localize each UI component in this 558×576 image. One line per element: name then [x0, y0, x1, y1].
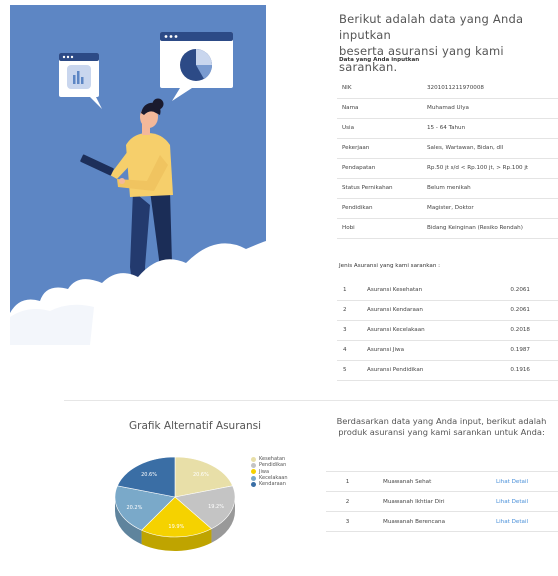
rec-number: 2 [326, 491, 369, 512]
rank-name: Asuransi Kecelakaan [367, 320, 472, 341]
row-value: 15 - 64 Tahun [427, 118, 558, 139]
table-row: Hobi Bidang Keinginan (Resiko Rendah) [337, 218, 558, 239]
rank-score: 0.2061 [471, 280, 558, 301]
intro-line-1: Berikut adalah data yang Anda inputkan [339, 12, 524, 42]
chart-legend: Kesehatan Pendidikan Jiwa Kecelakaan Ken… [251, 456, 288, 487]
legend-swatch [251, 481, 256, 487]
rank-number: 2 [337, 300, 367, 321]
table-row: 3 Asuransi Kecelakaan 0.2018 [337, 320, 558, 341]
pie-slice-label: 19.2% [208, 504, 224, 510]
input-data-table: NIK 3201011211970008 Nama Muhamad Ulya U… [337, 78, 558, 239]
row-key: Nama [337, 98, 427, 119]
row-value: 3201011211970008 [427, 78, 558, 99]
table-row: Pendidikan Magister, Doktor [337, 198, 558, 219]
row-value: Rp.50 jt s/d < Rp.100 jt, > Rp.100 jt [427, 158, 558, 179]
table-row: Usia 15 - 64 Tahun [337, 118, 558, 139]
rec-product-name: Muawanah Berencana [369, 511, 496, 532]
rec-number: 3 [326, 511, 369, 532]
rank-name: Asuransi Pendidikan [367, 360, 472, 381]
recommendation-table: 1 Muawanah Sehat Lihat Detail 2 Muawanah… [326, 471, 558, 532]
recommendation-text: Berdasarkan data yang Anda input, beriku… [325, 416, 558, 438]
table-row: Status Pernikahan Belum menikah [337, 178, 558, 199]
table-row: 2 Asuransi Kendaraan 0.2061 [337, 300, 558, 321]
rank-score: 0.2018 [471, 320, 558, 341]
rank-score: 0.1916 [471, 360, 558, 381]
rank-number: 5 [337, 360, 367, 381]
rec-product-name: Muawanah Ikhtiar Diri [369, 491, 496, 512]
row-key: Hobi [337, 218, 427, 239]
rank-number: 1 [337, 280, 367, 301]
table-row: 1 Asuransi Kesehatan 0.2061 [337, 280, 558, 301]
table-row: 5 Asuransi Pendidikan 0.1916 [337, 360, 558, 381]
row-value: Sales, Wartawan, Bidan, dll [427, 138, 558, 159]
rank-number: 4 [337, 340, 367, 361]
table-row: 3 Muawanah Berencana Lihat Detail [326, 511, 558, 532]
table-row: 1 Muawanah Sehat Lihat Detail [326, 471, 558, 492]
legend-label: Jiwa [259, 468, 270, 475]
chart-title: Grafik Alternatif Asuransi [129, 420, 261, 432]
rec-number: 1 [326, 471, 369, 492]
legend-label: Kendaraan [259, 481, 286, 488]
ranking-section-label: Jenis Asuransi yang kami sarankan : [339, 263, 441, 269]
pie-slice-label: 20.6% [141, 472, 157, 478]
table-row: Pekerjaan Sales, Wartawan, Bidan, dll [337, 138, 558, 159]
pie-slice-label: 20.6% [193, 472, 209, 478]
row-key: Pendapatan [337, 158, 427, 179]
rec-product-name: Muawanah Sehat [369, 471, 496, 492]
hero-illustration [10, 5, 266, 345]
table-row: NIK 3201011211970008 [337, 78, 558, 99]
pie-slice-label: 20.2% [126, 505, 142, 511]
recommendation-line-1: Berdasarkan data yang Anda input, beriku… [336, 416, 547, 426]
rank-name: Asuransi Jiwa [367, 340, 472, 361]
table-row: 4 Asuransi Jiwa 0.1987 [337, 340, 558, 361]
section-divider [64, 400, 558, 401]
row-value: Muhamad Ulya [427, 98, 558, 119]
row-value: Magister, Doktor [427, 198, 558, 219]
legend-swatch [251, 469, 256, 475]
legend-swatch [251, 475, 256, 481]
row-value: Belum menikah [427, 178, 558, 199]
rank-name: Asuransi Kendaraan [367, 300, 472, 321]
detail-link[interactable]: Lihat Detail [496, 491, 558, 512]
row-key: Usia [337, 118, 427, 139]
row-key: Pekerjaan [337, 138, 427, 159]
ranking-table: 1 Asuransi Kesehatan 0.2061 2 Asuransi K… [337, 280, 558, 381]
recommendation-line-2: produk asuransi yang kami sarankan untuk… [338, 427, 545, 437]
rank-name: Asuransi Kesehatan [367, 280, 472, 301]
legend-item: Kendaraan [251, 481, 288, 487]
bar-chart-card-icon [59, 53, 102, 109]
rank-number: 3 [337, 320, 367, 341]
detail-link[interactable]: Lihat Detail [496, 511, 558, 532]
row-key: Status Pernikahan [337, 178, 427, 199]
table-row: Nama Muhamad Ulya [337, 98, 558, 119]
legend-swatch [251, 456, 256, 462]
row-key: NIK [337, 78, 427, 99]
legend-label: Kesehatan [259, 456, 286, 463]
pie-chart: 20.6% 19.2% 19.9% 20.2% 20.6% [114, 456, 236, 551]
input-section-label: Data yang Anda inputkan [339, 57, 420, 63]
table-row: Pendapatan Rp.50 jt s/d < Rp.100 jt, > R… [337, 158, 558, 179]
legend-label: Pendidikan [259, 462, 287, 469]
row-value: Bidang Keinginan (Resiko Rendah) [427, 218, 558, 239]
row-key: Pendidikan [337, 198, 427, 219]
table-row: 2 Muawanah Ikhtiar Diri Lihat Detail [326, 491, 558, 512]
legend-swatch [251, 462, 256, 468]
pie-chart-card-icon [160, 32, 233, 101]
detail-link[interactable]: Lihat Detail [496, 471, 558, 492]
intro-text: Berikut adalah data yang Anda inputkan b… [339, 11, 554, 75]
legend-label: Kecelakaan [259, 475, 288, 482]
pie-slice-label: 19.9% [168, 524, 184, 530]
rank-score: 0.2061 [471, 300, 558, 321]
rank-score: 0.1987 [471, 340, 558, 361]
